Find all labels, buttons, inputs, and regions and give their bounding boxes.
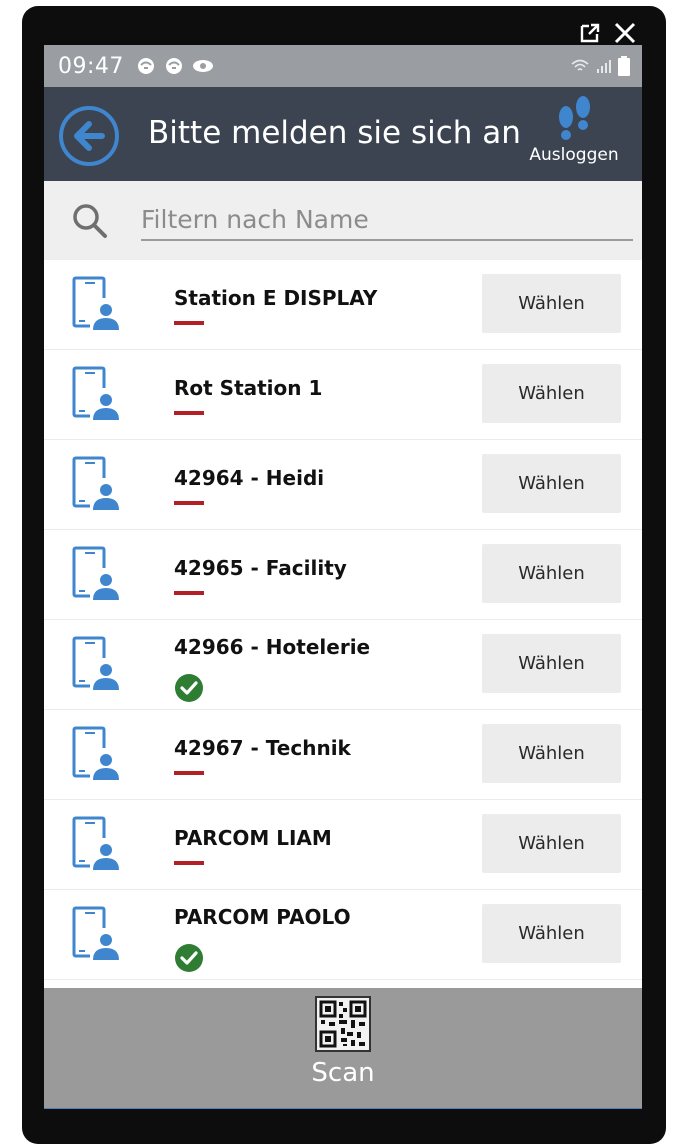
device-row: 42967 - Technik Wählen <box>44 710 642 800</box>
logout-label: Ausloggen <box>529 145 619 165</box>
footprints-icon <box>559 96 590 140</box>
device-name: Rot Station 1 <box>174 376 323 400</box>
device-name: 42967 - Technik <box>174 736 351 760</box>
device-name: PARCOM PAOLO <box>174 905 351 929</box>
device-user-icon <box>68 276 120 336</box>
device-row: PARCOM PAOLO Wählen <box>44 890 642 980</box>
notification-icon <box>164 56 184 80</box>
eye-icon <box>192 56 214 80</box>
device-row: Rot Station 1 Wählen <box>44 350 642 440</box>
select-button[interactable]: Wählen <box>482 724 621 783</box>
check-circle-icon <box>174 943 204 977</box>
select-button[interactable]: Wählen <box>482 274 621 333</box>
device-user-icon <box>68 906 120 966</box>
page-title: Bitte melden sie sich an <box>148 115 521 151</box>
open-external-icon[interactable] <box>578 21 602 45</box>
select-button[interactable]: Wählen <box>482 814 621 873</box>
battery-icon <box>618 56 630 80</box>
device-name: Station E DISPLAY <box>174 286 378 310</box>
bottom-bar: Scan <box>44 988 642 1109</box>
select-button[interactable]: Wählen <box>482 904 621 963</box>
status-system-icons <box>570 56 630 80</box>
status-notifications <box>136 56 214 80</box>
device-user-icon <box>68 366 120 426</box>
device-user-icon <box>68 546 120 606</box>
device-user-icon <box>68 726 120 786</box>
back-arrow-icon <box>59 106 119 166</box>
scan-label: Scan <box>311 1058 375 1088</box>
frame-controls <box>578 20 638 46</box>
select-button[interactable]: Wählen <box>482 634 621 693</box>
device-user-icon <box>68 456 120 516</box>
device-list: Station E DISPLAY Wählen Rot Station 1 Wähl… <box>44 260 642 980</box>
status-indicator-inactive <box>174 861 204 865</box>
select-button[interactable]: Wählen <box>482 544 621 603</box>
logout-button[interactable]: Ausloggen <box>524 95 624 175</box>
status-indicator-inactive <box>174 771 204 775</box>
device-user-icon <box>68 636 120 696</box>
app-screen: 09:47 Bitte melden sie sich an Ausloggen… <box>44 45 642 1109</box>
signal-icon <box>596 58 612 78</box>
check-circle-icon <box>174 673 204 707</box>
close-icon[interactable] <box>612 20 638 46</box>
status-indicator-inactive <box>174 411 204 415</box>
notification-icon <box>136 56 156 80</box>
device-row: 42966 - Hotelerie Wählen <box>44 620 642 710</box>
device-row: 42964 - Heidi Wählen <box>44 440 642 530</box>
status-indicator-inactive <box>174 321 204 325</box>
scan-button[interactable]: Scan <box>293 996 393 1102</box>
search-icon <box>70 201 110 245</box>
device-row: 42965 - Facility Wählen <box>44 530 642 620</box>
qr-code-icon <box>315 996 371 1052</box>
device-name: PARCOM LIAM <box>174 826 332 850</box>
status-time: 09:47 <box>58 54 124 79</box>
device-row: Station E DISPLAY Wählen <box>44 260 642 350</box>
device-row: PARCOM LIAM Wählen <box>44 800 642 890</box>
status-bar: 09:47 <box>44 45 642 87</box>
wifi-icon <box>570 58 590 78</box>
select-button[interactable]: Wählen <box>482 364 621 423</box>
filter-input[interactable] <box>141 199 633 241</box>
status-indicator-inactive <box>174 501 204 505</box>
back-button[interactable] <box>58 105 120 167</box>
select-button[interactable]: Wählen <box>482 454 621 513</box>
filter-bar <box>44 181 642 260</box>
status-indicator-inactive <box>174 591 204 595</box>
device-user-icon <box>68 816 120 876</box>
device-name: 42965 - Facility <box>174 556 347 580</box>
device-name: 42964 - Heidi <box>174 466 325 490</box>
app-bar: Bitte melden sie sich an Ausloggen <box>44 87 642 181</box>
device-name: 42966 - Hotelerie <box>174 635 371 659</box>
